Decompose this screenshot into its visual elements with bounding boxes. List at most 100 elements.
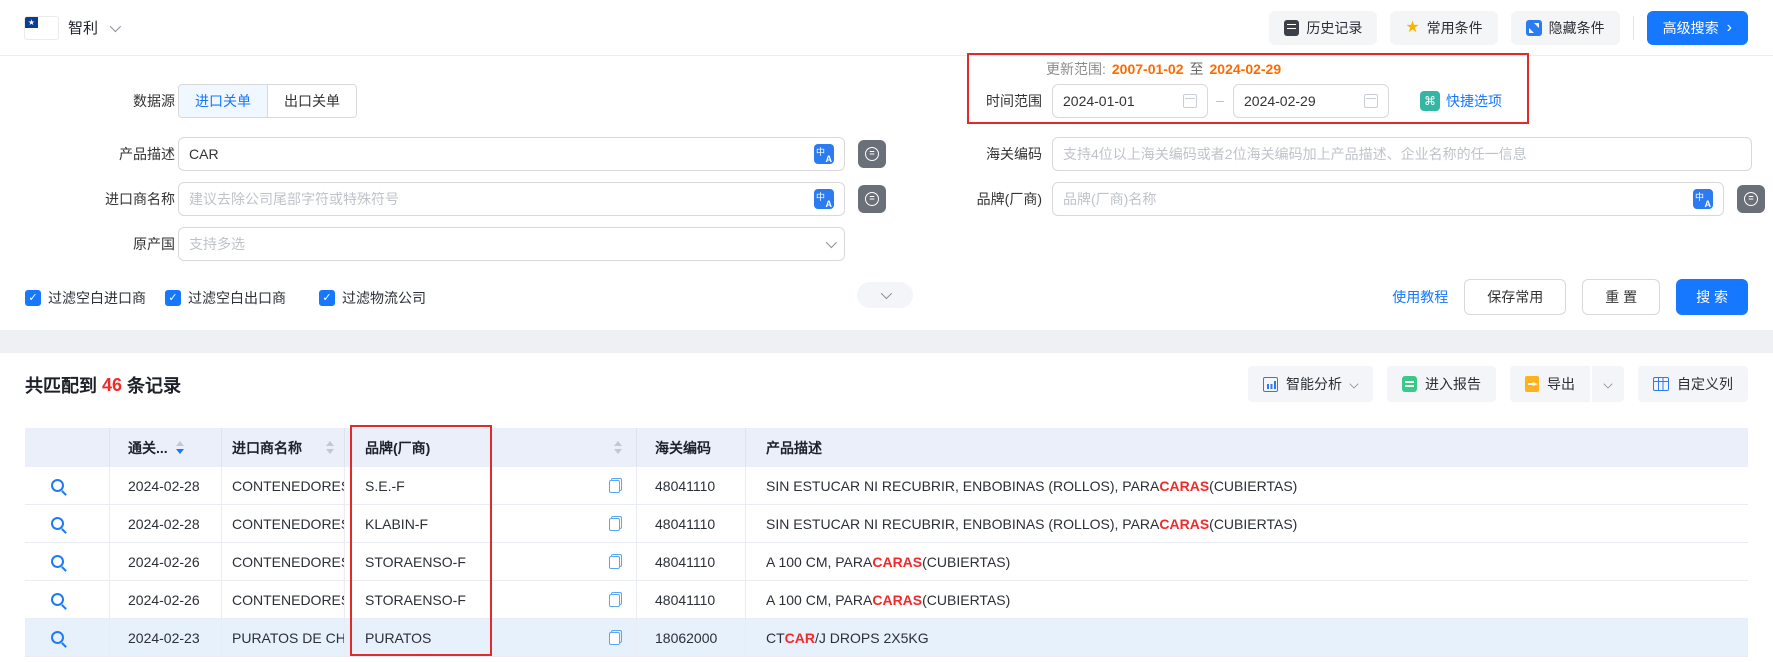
translate-icon[interactable]: 中 A <box>814 189 834 209</box>
magnifier-icon[interactable] <box>51 631 64 644</box>
header-product-desc[interactable]: 产品描述 <box>746 428 1748 467</box>
header-hs-code[interactable]: 海关编码 <box>637 428 746 467</box>
sort-desc-icon[interactable] <box>326 449 334 454</box>
export-button[interactable]: 导出 <box>1510 366 1590 402</box>
magnifier-icon[interactable] <box>51 479 64 492</box>
sort-asc-icon[interactable] <box>614 441 622 446</box>
export-icon <box>1525 376 1539 392</box>
magnifier-icon[interactable] <box>51 555 64 568</box>
copy-icon[interactable] <box>609 592 622 607</box>
row-product-desc: SIN ESTUCAR NI RECUBRIR, ENBOBINAS (ROLL… <box>746 505 1748 542</box>
hs-code-input[interactable]: 支持4位以上海关编码或者2位海关编码加上产品描述、企业名称的任一信息 <box>1052 137 1752 171</box>
sort-icons[interactable] <box>326 441 334 454</box>
enter-report-button[interactable]: 进入报告 <box>1387 366 1496 402</box>
exact-match-toggle[interactable]: = <box>1737 185 1765 213</box>
row-importer: CONTENEDORES <box>222 543 345 580</box>
sort-desc-icon-active[interactable] <box>176 449 184 454</box>
data-source-label: 数据源 <box>60 84 175 118</box>
search-button[interactable]: 搜 索 <box>1676 279 1748 315</box>
calendar-icon[interactable] <box>1364 94 1378 108</box>
advanced-search-button[interactable]: 高级搜索 › <box>1647 11 1748 45</box>
copy-icon[interactable] <box>609 516 622 531</box>
tutorial-link[interactable]: 使用教程 <box>1392 287 1448 307</box>
enter-report-label: 进入报告 <box>1425 374 1481 394</box>
magnifier-icon[interactable] <box>51 593 64 606</box>
translate-icon[interactable]: 中 A <box>1693 189 1713 209</box>
row-detail-cell <box>25 467 110 504</box>
row-clearance-date: 2024-02-23 <box>110 619 222 656</box>
date-end-value: 2024-02-29 <box>1244 93 1316 109</box>
chevron-down-icon[interactable] <box>110 20 121 31</box>
calendar-icon[interactable] <box>1183 94 1197 108</box>
section-divider-band <box>0 330 1773 353</box>
row-importer: CONTENEDORES <box>222 581 345 618</box>
form-actions: 使用教程 保存常用 重 置 搜 索 <box>1392 279 1748 315</box>
save-favorite-button[interactable]: 保存常用 <box>1464 279 1566 315</box>
table-row[interactable]: 2024-02-28CONTENEDORESS.E.-F48041110SIN … <box>25 467 1748 505</box>
tab-export-declarations[interactable]: 出口关单 <box>267 85 356 117</box>
row-clearance-date: 2024-02-28 <box>110 505 222 542</box>
copy-icon[interactable] <box>609 478 622 493</box>
exact-match-toggle[interactable]: = <box>858 140 886 168</box>
export-dropdown-button[interactable] <box>1592 366 1624 402</box>
row-clearance-date: 2024-02-28 <box>110 467 222 504</box>
copy-icon[interactable] <box>609 630 622 645</box>
filter-blank-importer-checkbox[interactable]: ✓ 过滤空白进口商 <box>25 283 146 313</box>
row-brand: KLABIN-F <box>345 505 637 542</box>
checkbox-checked-icon[interactable]: ✓ <box>319 290 335 306</box>
header-clearance-date[interactable]: 通关... <box>110 428 222 467</box>
date-range-separator: – <box>1216 92 1224 108</box>
hide-conditions-button[interactable]: 隐藏条件 <box>1511 11 1620 45</box>
keyword-highlight: CAR <box>785 630 815 646</box>
header-importer[interactable]: 进口商名称 <box>222 428 345 467</box>
sort-asc-icon[interactable] <box>176 441 184 446</box>
filter-label: 过滤空白进口商 <box>48 288 146 308</box>
history-button-label: 历史记录 <box>1306 18 1362 38</box>
header-brand[interactable]: 品牌(厂商) <box>345 428 637 467</box>
date-start-input[interactable]: 2024-01-01 <box>1052 84 1208 118</box>
date-end-input[interactable]: 2024-02-29 <box>1233 84 1389 118</box>
magnifier-icon[interactable] <box>51 517 64 530</box>
country-selector-label[interactable]: 智利 <box>68 17 98 38</box>
reset-button[interactable]: 重 置 <box>1582 279 1660 315</box>
keyword-highlight: CARAS <box>1159 478 1209 494</box>
collapse-icon <box>1526 20 1542 36</box>
brand-input[interactable]: 品牌(厂商)名称 中 A <box>1052 182 1724 216</box>
tab-import-declarations[interactable]: 进口关单 <box>179 85 267 117</box>
customize-columns-button[interactable]: 自定义列 <box>1638 366 1748 402</box>
checkbox-checked-icon[interactable]: ✓ <box>25 290 41 306</box>
customize-columns-label: 自定义列 <box>1677 374 1733 394</box>
smart-analysis-button[interactable]: 智能分析 <box>1248 366 1373 402</box>
sort-desc-icon[interactable] <box>614 449 622 454</box>
product-desc-input[interactable]: CAR 中 A <box>178 137 845 171</box>
filter-logistics-checkbox[interactable]: ✓ 过滤物流公司 <box>319 283 426 313</box>
row-hs-code: 48041110 <box>637 505 746 542</box>
exact-match-toggle[interactable]: = <box>858 185 886 213</box>
favorites-button[interactable]: ★ 常用条件 <box>1390 11 1497 45</box>
sort-icons[interactable] <box>614 441 622 454</box>
sort-asc-icon[interactable] <box>326 441 334 446</box>
copy-icon[interactable] <box>609 554 622 569</box>
report-icon <box>1402 376 1417 392</box>
table-row[interactable]: 2024-02-26CONTENEDORESSTORAENSO-F4804111… <box>25 543 1748 581</box>
sort-icons[interactable] <box>176 441 184 454</box>
update-range-to-word: 至 <box>1190 59 1204 79</box>
table-row[interactable]: 2024-02-23PURATOS DE CHIPURATOS18062000C… <box>25 619 1748 657</box>
translate-icon[interactable]: 中 A <box>814 144 834 164</box>
result-count: 共匹配到 46 条记录 <box>25 372 181 398</box>
history-button[interactable]: 历史记录 <box>1269 11 1377 45</box>
importer-placeholder: 建议去除公司尾部字符或特殊符号 <box>189 189 399 209</box>
arrow-right-icon: › <box>1727 21 1732 35</box>
quick-options-button[interactable]: ⌘ 快捷选项 <box>1420 91 1502 111</box>
checkbox-checked-icon[interactable]: ✓ <box>165 290 181 306</box>
smart-analysis-label: 智能分析 <box>1286 374 1342 394</box>
brand-label: 品牌(厂商) <box>930 182 1042 216</box>
origin-select[interactable]: 支持多选 <box>178 227 845 261</box>
collapse-panel-button[interactable] <box>857 282 913 308</box>
row-product-desc: A 100 CM, PARA CARAS (CUBIERTAS) <box>746 543 1748 580</box>
table-row[interactable]: 2024-02-26CONTENEDORESSTORAENSO-F4804111… <box>25 581 1748 619</box>
importer-input[interactable]: 建议去除公司尾部字符或特殊符号 中 A <box>178 182 845 216</box>
table-row[interactable]: 2024-02-28CONTENEDORESKLABIN-F48041110SI… <box>25 505 1748 543</box>
product-desc-label: 产品描述 <box>60 137 175 171</box>
filter-blank-exporter-checkbox[interactable]: ✓ 过滤空白出口商 <box>165 283 286 313</box>
